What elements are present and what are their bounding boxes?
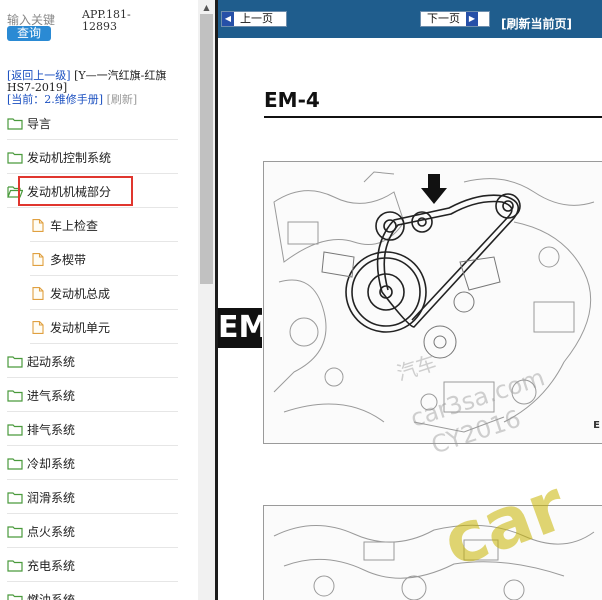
scrollbar-thumb[interactable]	[200, 14, 213, 284]
tree-item-lubrication-system[interactable]: 润滑系统	[0, 480, 198, 514]
prev-page-label: 上一页	[240, 12, 273, 25]
svg-text:car: car	[440, 470, 577, 583]
tree-item-label: 燃油系统	[27, 592, 76, 600]
folder-icon	[7, 355, 23, 368]
folder-icon	[7, 457, 23, 470]
tree-item-label: 进气系统	[27, 388, 76, 403]
nav-info: [返回上一级] [Y—一汽红旗-红旗HS7-2019] [当前：2.维修手册] …	[7, 70, 187, 106]
tree-item-engine-control[interactable]: 发动机控制系统	[0, 140, 198, 174]
page-code: EM-4	[264, 88, 320, 112]
prev-page-button[interactable]: ◀ 上一页	[221, 11, 287, 27]
folder-icon	[7, 423, 23, 436]
section-tab: EM	[218, 308, 262, 348]
query-button[interactable]: 查询	[7, 26, 51, 41]
figure-code: E	[593, 420, 600, 431]
arrow-left-icon: ◀	[222, 12, 234, 26]
refresh-page-link[interactable]: [刷新当前页]	[501, 15, 572, 32]
header-rule	[264, 116, 602, 118]
tree-item-label: 发动机总成	[50, 286, 111, 301]
scroll-up-arrow-icon[interactable]: ▲	[198, 0, 215, 14]
page-icon	[32, 252, 44, 266]
current-manual-link[interactable]: 2.维修手册]	[44, 93, 103, 106]
tree-item-label: 排气系统	[27, 422, 76, 437]
tree-item-label: 润滑系统	[27, 490, 76, 505]
page-icon	[32, 218, 44, 232]
arrow-right-icon: ▶	[466, 12, 478, 26]
next-page-label: 下一页	[427, 12, 460, 25]
page-toolbar: ◀ 上一页 下一页 ▶ [刷新当前页]	[218, 0, 602, 38]
folder-icon	[7, 525, 23, 538]
folder-icon	[7, 593, 23, 600]
tree-item-starting-system[interactable]: 起动系统	[0, 344, 198, 378]
tree-item-label: 发动机单元	[50, 320, 111, 335]
tree-item-label: 发动机控制系统	[27, 150, 112, 165]
next-page-button[interactable]: 下一页 ▶	[420, 11, 490, 27]
tree-item-exhaust-system[interactable]: 排气系统	[0, 412, 198, 446]
folder-icon	[7, 117, 23, 130]
watermark-logo: car	[440, 470, 577, 583]
tree-item-ignition-system[interactable]: 点火系统	[0, 514, 198, 548]
current-label: [当前：	[7, 93, 45, 106]
tree-item-fuel-system[interactable]: 燃油系统	[0, 582, 198, 600]
document-viewer: ◀ 上一页 下一页 ▶ [刷新当前页] EM-4 EM E 汽车 car3sa.…	[218, 0, 602, 600]
left-nav-pane: 输入关键 查询 APP.181-12893 [返回上一级] [Y—一汽红旗-红旗…	[0, 0, 198, 600]
arrow-down-icon	[421, 174, 447, 204]
folder-icon	[7, 151, 23, 164]
tree-item-label: 充电系统	[27, 558, 76, 573]
folder-icon	[7, 559, 23, 572]
page-icon	[32, 320, 44, 334]
tree-item-intro[interactable]: 导言	[0, 106, 198, 140]
refresh-link[interactable]: [刷新]	[107, 93, 138, 106]
tree-item-cooling-system[interactable]: 冷却系统	[0, 446, 198, 480]
tree-item-onboard-inspection[interactable]: 车上检查	[0, 208, 198, 242]
tree-item-label: 点火系统	[27, 524, 76, 539]
tree-item-label: 多楔带	[50, 252, 87, 267]
tree-item-charging-system[interactable]: 充电系统	[0, 548, 198, 582]
tree-item-engine-unit[interactable]: 发动机单元	[0, 310, 198, 344]
tree-item-engine-assembly[interactable]: 发动机总成	[0, 276, 198, 310]
folder-icon	[7, 491, 23, 504]
selected-item-highlight	[18, 176, 133, 206]
tree-item-v-ribbed-belt[interactable]: 多楔带	[0, 242, 198, 276]
tree-item-label: 导言	[27, 116, 52, 131]
app-code-label: APP.181-12893	[82, 8, 131, 33]
tree-item-label: 车上检查	[50, 218, 99, 233]
tree-item-intake-system[interactable]: 进气系统	[0, 378, 198, 412]
tree-item-label: 起动系统	[27, 354, 76, 369]
page-icon	[32, 286, 44, 300]
tree-item-label: 冷却系统	[27, 456, 76, 471]
folder-icon	[7, 389, 23, 402]
